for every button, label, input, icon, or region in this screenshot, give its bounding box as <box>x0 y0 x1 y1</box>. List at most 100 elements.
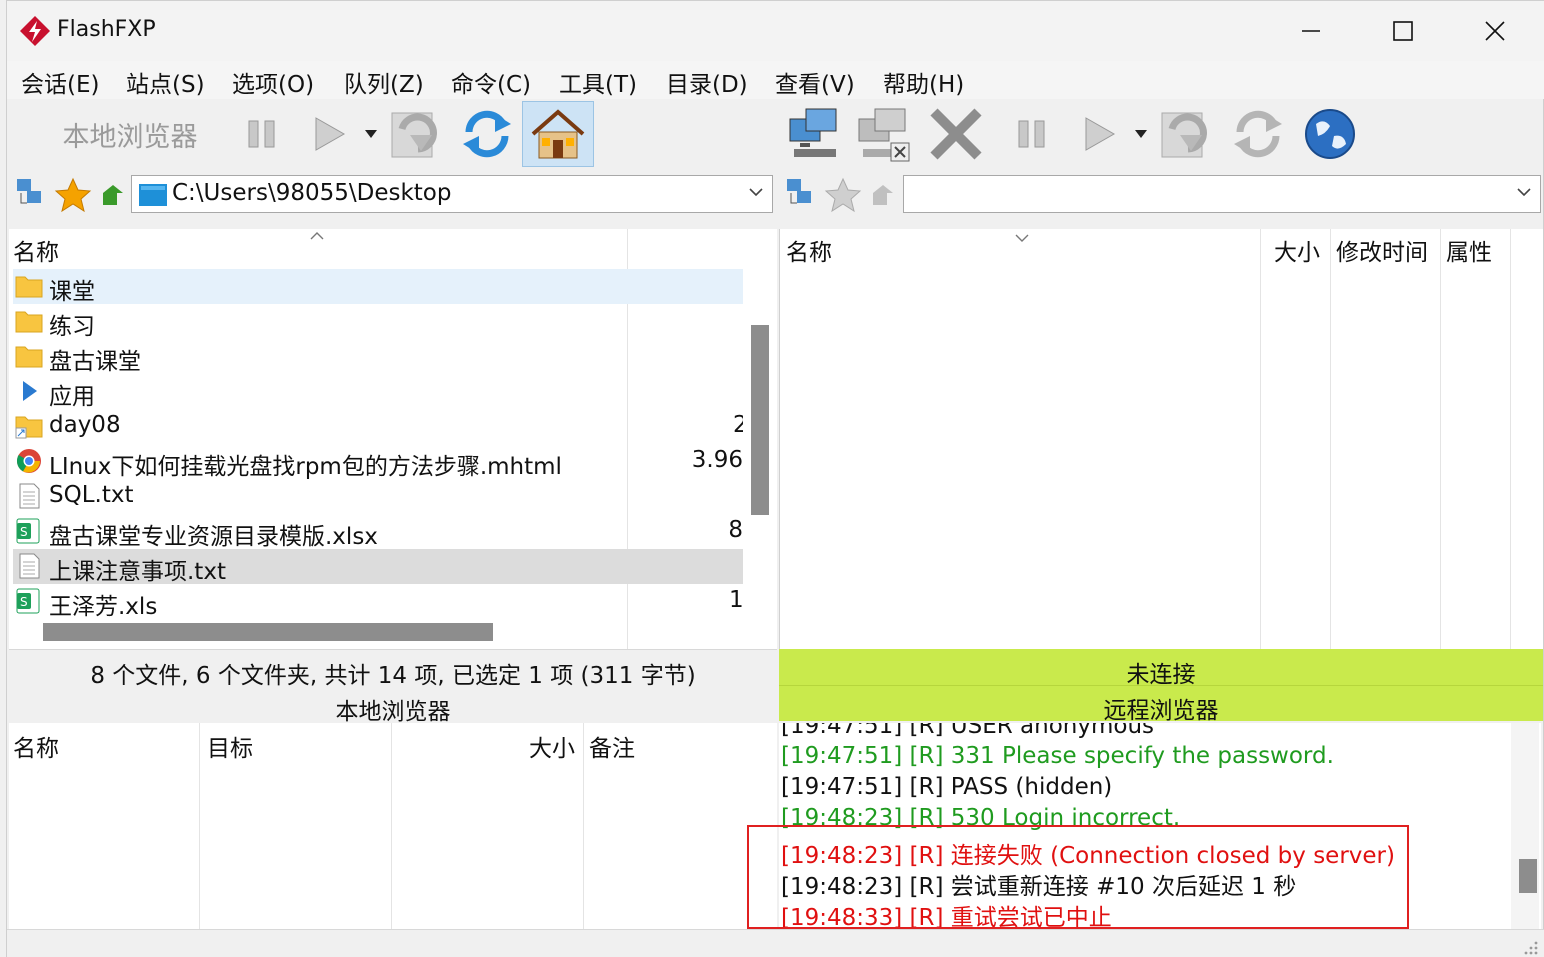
file-size: 2 <box>733 412 743 438</box>
resize-grip-icon[interactable] <box>1521 938 1539 956</box>
remote-path-combobox[interactable] <box>903 175 1541 213</box>
local-vertical-scrollbar-thumb[interactable] <box>751 325 769 515</box>
menu-help[interactable]: 帮助(H) <box>883 65 964 99</box>
spreadsheet-icon: S <box>16 588 40 614</box>
globe-icon <box>1305 109 1355 159</box>
log-scrollbar-track[interactable] <box>1511 723 1539 929</box>
local-pause-button[interactable] <box>237 101 287 167</box>
file-name: day08 <box>49 412 121 438</box>
maximize-button[interactable] <box>1357 1 1449 61</box>
remote-pause-button[interactable] <box>1007 101 1057 167</box>
file-name: LInux下如何挂载光盘找rpm包的方法步骤.mhtml <box>49 454 562 480</box>
menu-tools[interactable]: 工具(T) <box>559 65 637 99</box>
pause-icon <box>1018 120 1045 148</box>
file-name: SQL.txt <box>49 482 134 508</box>
file-name: 王泽芳.xls <box>49 594 158 620</box>
queue-col-note[interactable]: 备注 <box>589 729 635 763</box>
sort-ascending-icon <box>310 232 324 240</box>
pause-icon <box>248 120 275 148</box>
local-status-summary: 8 个文件, 6 个文件夹, 共计 14 项, 已选定 1 项 (311 字节) <box>90 663 696 689</box>
minimize-button[interactable] <box>1265 1 1357 61</box>
remote-sites-icon <box>787 179 811 204</box>
local-transfer-button[interactable] <box>305 101 355 167</box>
local-home-button[interactable] <box>522 101 594 167</box>
remote-disconnect-button[interactable] <box>853 101 915 167</box>
favorites-star-disabled-icon <box>824 177 862 213</box>
home-icon <box>531 109 585 159</box>
queue-col-name[interactable]: 名称 <box>13 729 59 763</box>
menu-view[interactable]: 查看(V) <box>775 65 855 99</box>
app-window: FlashFXP 会话(E) 站点(S) 选项(O) 队列(Z) 命令(C) 工… <box>6 0 1544 957</box>
app-arrow-icon <box>23 381 37 401</box>
file-row[interactable]: 练习 <box>13 304 743 340</box>
queue-col-target[interactable]: 目标 <box>207 729 253 763</box>
local-path-tools <box>13 173 133 219</box>
file-row[interactable]: S 盘古课堂专业资源目录模版.xlsx 8 <box>13 514 743 550</box>
local-refresh-button[interactable] <box>456 101 518 167</box>
file-row[interactable]: LInux下如何挂载光盘找rpm包的方法步骤.mhtml 3.96 <box>13 444 743 480</box>
local-refresh-disabled-button[interactable] <box>385 101 449 167</box>
spreadsheet-icon: S <box>16 518 40 544</box>
remote-abort-button[interactable] <box>925 101 987 167</box>
transfer-queue[interactable]: 名称 目标 大小 备注 <box>9 723 777 929</box>
disconnect-computers-icon <box>858 108 910 162</box>
window-title: FlashFXP <box>57 17 156 42</box>
menu-commands[interactable]: 命令(C) <box>451 65 531 99</box>
local-transfer-dropdown[interactable] <box>361 101 381 167</box>
local-browser-toolbar-label[interactable]: 本地浏览器 <box>27 101 233 167</box>
text-file-icon <box>19 553 40 579</box>
local-path-combobox[interactable]: C:\Users\98055\Desktop <box>131 175 773 213</box>
file-name: 上课注意事项.txt <box>49 559 226 585</box>
sort-descending-icon <box>1015 234 1029 242</box>
maximize-icon <box>1393 21 1413 41</box>
menu-directory[interactable]: 目录(D) <box>666 65 748 99</box>
file-name: 练习 <box>49 314 95 340</box>
menu-queue[interactable]: 队列(Z) <box>344 65 424 99</box>
remote-transfer-dropdown[interactable] <box>1131 101 1151 167</box>
file-name: 盘古课堂专业资源目录模版.xlsx <box>49 524 378 550</box>
remote-col-name[interactable]: 名称 <box>786 233 832 267</box>
menu-options[interactable]: 选项(O) <box>232 65 314 99</box>
log-scrollbar-thumb[interactable] <box>1519 859 1537 893</box>
remote-col-size[interactable]: 大小 <box>1274 233 1320 267</box>
file-size: 8 <box>728 517 743 543</box>
remote-col-modified[interactable]: 修改时间 <box>1336 233 1428 267</box>
remote-refresh-disabled-button[interactable] <box>1155 101 1219 167</box>
file-row[interactable]: SQL.txt <box>13 479 743 514</box>
local-file-list[interactable]: 名称 课堂 练习 盘古课堂 应用 day08 2 LInux下如何挂载光盘找rp… <box>9 229 777 649</box>
chevron-down-icon <box>1135 130 1147 138</box>
menu-sites[interactable]: 站点(S) <box>126 65 205 99</box>
remote-site-manager-button[interactable] <box>1299 101 1361 167</box>
file-row[interactable]: day08 2 <box>13 409 743 444</box>
menu-session[interactable]: 会话(E) <box>21 65 99 99</box>
queue-col-size[interactable]: 大小 <box>529 729 575 763</box>
remote-col-attributes[interactable]: 属性 <box>1446 233 1492 267</box>
file-row[interactable]: S 王泽芳.xls 1 <box>13 584 743 620</box>
title-bar: FlashFXP <box>7 1 1544 61</box>
log-line: [19:47:51] [R] 331 Please specify the pa… <box>781 743 1334 769</box>
remote-refresh-button[interactable] <box>1227 101 1289 167</box>
text-file-icon <box>19 483 40 509</box>
menu-bar: 会话(E) 站点(S) 选项(O) 队列(Z) 命令(C) 工具(T) 目录(D… <box>7 61 1544 99</box>
svg-text:S: S <box>20 595 28 609</box>
folder-icon <box>15 276 43 298</box>
chevron-down-icon <box>365 130 377 138</box>
file-name: 盘古课堂 <box>49 349 141 375</box>
error-highlight-annotation <box>747 825 1409 929</box>
remote-file-list[interactable]: 名称 大小 修改时间 属性 <box>779 229 1543 649</box>
remote-transfer-button[interactable] <box>1075 101 1125 167</box>
refresh-disabled-icon <box>391 112 437 158</box>
file-row-selected[interactable]: 上课注意事项.txt <box>13 549 743 585</box>
close-button[interactable] <box>1449 1 1541 61</box>
favorites-star-icon <box>54 177 92 213</box>
folder-icon <box>15 346 43 368</box>
file-row[interactable]: 应用 <box>13 374 743 410</box>
remote-connect-button[interactable] <box>784 101 846 167</box>
local-col-name[interactable]: 名称 <box>13 233 59 267</box>
file-row[interactable]: 课堂 <box>13 269 743 305</box>
abort-x-icon <box>930 108 982 160</box>
remote-path-tools <box>783 173 903 219</box>
file-name: 应用 <box>49 384 95 410</box>
file-row[interactable]: 盘古课堂 <box>13 339 743 375</box>
local-horizontal-scrollbar-thumb[interactable] <box>43 623 493 641</box>
